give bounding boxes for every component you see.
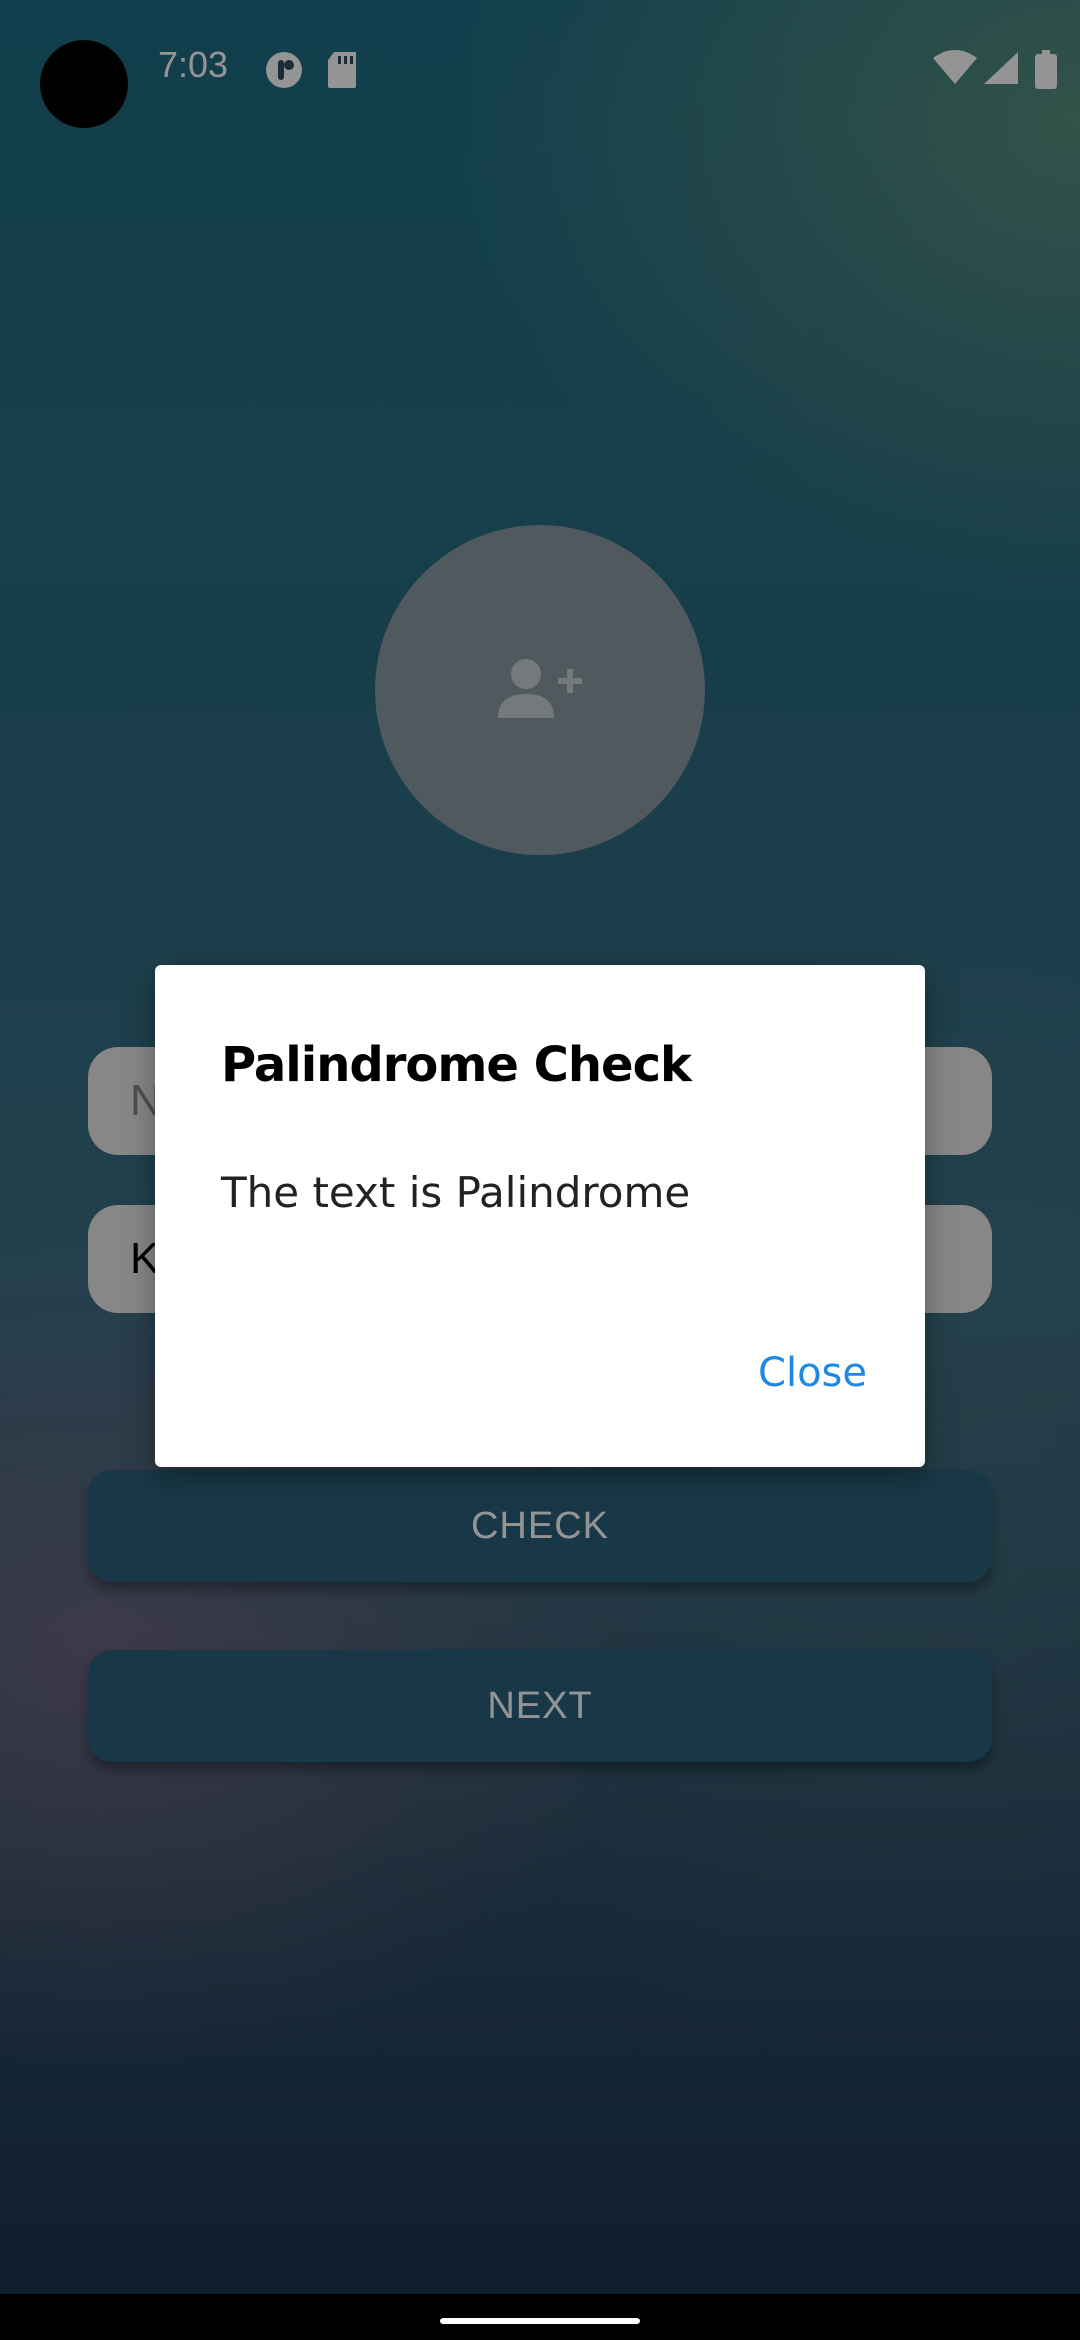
close-button[interactable]: Close: [758, 1350, 867, 1396]
dialog-message: The text is Palindrome: [221, 1168, 691, 1217]
gesture-handle[interactable]: [440, 2318, 640, 2324]
navigation-bar: [0, 2294, 1080, 2340]
dialog-title: Palindrome Check: [221, 1037, 692, 1093]
app-screen: 7:03 N K CHECK NEXT Palindrome Check The…: [0, 0, 1080, 2294]
palindrome-dialog: Palindrome Check The text is Palindrome …: [155, 965, 925, 1467]
